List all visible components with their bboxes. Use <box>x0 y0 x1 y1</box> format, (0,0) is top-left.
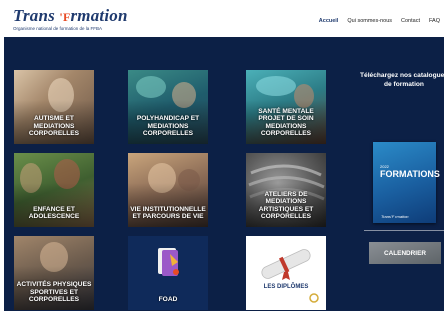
tile-sante-mentale[interactable]: SANTÉ MENTALE PROJET DE SOIN MEDIATIONS … <box>246 70 326 144</box>
nav-item-faq[interactable]: FAQ <box>429 18 440 24</box>
logo-title: Trans 'Frmation <box>13 6 128 26</box>
tile-label: SANTÉ MENTALE PROJET DE SOIN MEDIATIONS … <box>258 107 314 138</box>
tile-label: VIE INSTITUTIONNELLE ET PARCOURS DE VIE <box>130 205 206 221</box>
tile-label: LES DIPLÔMES <box>263 284 309 291</box>
photo-pool <box>256 76 296 96</box>
tile-label: POLYHANDICAP ET MEDIATIONS CORPORELLES <box>136 115 200 138</box>
tile-polyhandicap[interactable]: POLYHANDICAP ET MEDIATIONS CORPORELLES <box>128 70 208 144</box>
catalogue-download[interactable]: 2022 FORMATIONS Trans'F rmation <box>373 142 440 223</box>
tile-label: FOAD <box>158 296 178 304</box>
site-logo[interactable]: Trans 'Frmation Organisme national de fo… <box>13 6 128 31</box>
tile-diplomes[interactable]: LES DIPLÔMES <box>246 236 326 310</box>
calendar-button[interactable]: CALENDRIER <box>369 242 441 264</box>
tile-label: AUTISME ET MEDIATIONS CORPORELLES <box>28 115 80 138</box>
main-content: AUTISME ET MEDIATIONS CORPORELLES POLYHA… <box>4 37 446 311</box>
tile-foad[interactable]: FOAD <box>128 236 208 310</box>
tile-vie-institutionnelle[interactable]: VIE INSTITUTIONNELLE ET PARCOURS DE VIE <box>128 153 208 227</box>
logo-title-part2: rmation <box>70 6 128 25</box>
tile-label: ACTIVITÉS PHYSIQUES SPORTIVES ET CORPORE… <box>16 281 92 304</box>
nav-item-qui-sommes-nous[interactable]: Qui sommes-nous <box>347 18 392 24</box>
nav-item-accueil[interactable]: Accueil <box>319 18 339 24</box>
tile-ateliers[interactable]: ATELIERS DE MEDIATIONS ARTISTIQUES ET CO… <box>246 153 326 227</box>
catalogue-heading: Téléchargez nos catalogues de formation <box>360 72 446 88</box>
tile-label: ENFANCE ET ADOLESCENCE <box>28 205 80 221</box>
main-nav: Accueil Qui sommes-nous Contact FAQ <box>319 18 440 24</box>
tile-enfance[interactable]: ENFANCE ET ADOLESCENCE <box>14 153 94 227</box>
sidebar-divider <box>364 230 446 231</box>
catalogue-logo: Trans'F rmation <box>381 214 409 219</box>
logo-title-part1: Trans <box>13 6 55 25</box>
tile-activites-physiques[interactable]: ACTIVITÉS PHYSIQUES SPORTIVES ET CORPORE… <box>14 236 94 310</box>
photo-water <box>136 76 166 98</box>
catalogue-title: FORMATIONS <box>380 169 440 179</box>
logo-star-icon: 'F <box>59 10 71 24</box>
site-header: Trans 'Frmation Organisme national de fo… <box>0 0 446 37</box>
tile-autisme[interactable]: AUTISME ET MEDIATIONS CORPORELLES <box>14 70 94 144</box>
tile-label: ATELIERS DE MEDIATIONS ARTISTIQUES ET CO… <box>258 190 314 221</box>
nav-item-contact[interactable]: Contact <box>401 18 420 24</box>
logo-tagline: Organisme national de formation de la FF… <box>13 26 103 31</box>
